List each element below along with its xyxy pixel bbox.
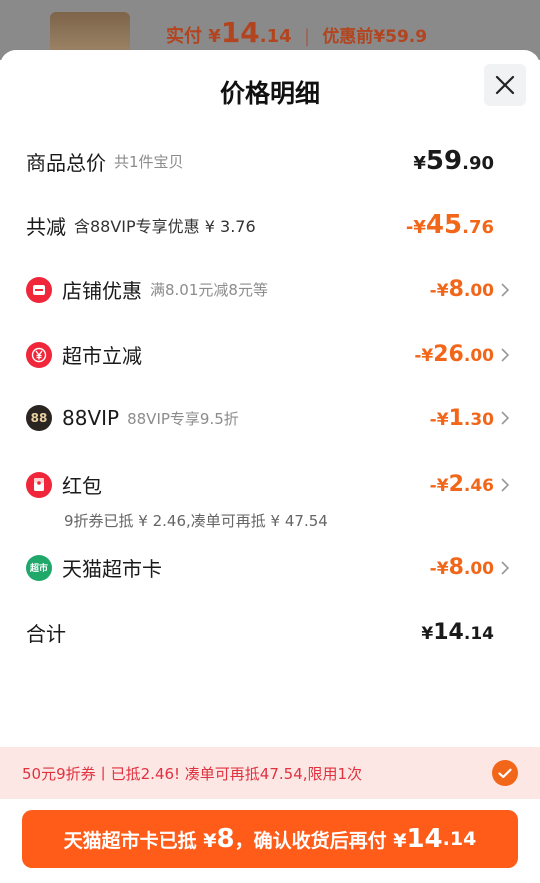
- total-goods-amount: ¥59.90: [413, 146, 494, 176]
- checkmark-icon[interactable]: [492, 760, 518, 786]
- row-88vip[interactable]: 88 88VIP 88VIP专享9.5折 -¥ 1.30: [26, 405, 510, 431]
- confirm-text-a: 天猫超市卡已抵 ¥: [63, 829, 217, 852]
- total-reduce-label: 共减: [26, 214, 66, 239]
- close-icon: [495, 75, 515, 95]
- confirm-num-a: 8: [216, 824, 235, 854]
- chevron-right-icon: [501, 477, 510, 492]
- 88vip-label: 88VIP: [62, 406, 120, 430]
- red-packet-note: 9折券已抵 ¥ 2.46,凑单可再抵 ¥ 47.54: [64, 512, 328, 530]
- paid-currency: ¥: [208, 26, 221, 47]
- chevron-right-icon: [501, 347, 510, 362]
- paid-label: 实付: [166, 26, 202, 47]
- red-packet-amount: -¥ 2.46: [429, 472, 494, 497]
- total-reduce-sub: 含88VIP专享优惠 ¥ 3.76: [74, 217, 256, 236]
- before-label: 优惠前: [322, 27, 374, 47]
- row-sum: 合计 ¥14.14: [26, 618, 510, 647]
- row-tmall-card[interactable]: 超市 天猫超市卡 -¥ 8.00: [26, 553, 510, 582]
- row-shop-discount[interactable]: 店铺优惠 满8.01元减8元等 -¥ 8.00: [26, 275, 510, 304]
- 88vip-amount: -¥ 1.30: [429, 405, 494, 431]
- row-total-goods: 商品总价 共1件宝贝 ¥59.90: [26, 146, 510, 176]
- market-reduce-amount: -¥ 26.00: [414, 342, 494, 367]
- tmall-card-amount: -¥ 8.00: [429, 555, 494, 580]
- chevron-right-icon: [501, 560, 510, 575]
- row-market-reduce[interactable]: 超市立减 -¥ 26.00: [26, 340, 510, 369]
- confirm-dec-b: .14: [442, 828, 477, 850]
- 88vip-sub: 88VIP专享9.5折: [127, 409, 239, 428]
- price-detail-sheet: 价格明细 商品总价 共1件宝贝 ¥59.90 共减 含88VIP专享优惠 ¥ 3…: [0, 50, 540, 883]
- red-packet-icon: [26, 471, 52, 498]
- paid-int: 14: [220, 16, 260, 49]
- market-reduce-label: 超市立减: [62, 344, 142, 368]
- chevron-right-icon: [501, 411, 510, 425]
- row-total-reduce: 共减 含88VIP专享优惠 ¥ 3.76 -¥ 45.76: [26, 210, 510, 240]
- total-goods-sub: 共1件宝贝: [114, 152, 184, 171]
- total-goods-label: 商品总价: [26, 150, 106, 175]
- row-red-packet[interactable]: 红包 -¥ 2.46: [26, 470, 510, 499]
- tmall-card-label: 天猫超市卡: [62, 557, 162, 581]
- paid-dec: .14: [259, 26, 292, 47]
- shop-discount-amount: -¥ 8.00: [429, 277, 494, 302]
- sum-label: 合计: [26, 622, 66, 646]
- backdrop-price-line: 实付 ¥14.14 | 优惠前¥59.9: [166, 16, 427, 49]
- price-divider: |: [303, 26, 311, 47]
- confirm-button[interactable]: 天猫超市卡已抵 ¥8 ，确认收货后再付 ¥14.14: [22, 810, 518, 868]
- confirm-text-b: ，确认收货后再付 ¥: [234, 829, 407, 852]
- tmall-market-card-icon: 超市: [26, 554, 52, 581]
- shop-coupon-icon: [26, 276, 52, 303]
- confirm-num-b: 14: [406, 824, 443, 854]
- close-button[interactable]: [484, 64, 526, 106]
- shop-discount-label: 店铺优惠: [62, 279, 142, 303]
- sum-amount: ¥14.14: [421, 620, 494, 645]
- red-packet-label: 红包: [62, 474, 102, 498]
- yen-coin-icon: [26, 341, 52, 368]
- 88vip-badge-icon: 88: [26, 405, 52, 431]
- shop-discount-sub: 满8.01元减8元等: [150, 281, 268, 299]
- total-reduce-amount: -¥ 45.76: [405, 210, 494, 240]
- sheet-title: 价格明细: [219, 79, 320, 108]
- before-price: ¥59.9: [373, 27, 428, 47]
- coupon-bar[interactable]: 50元9折券丨已抵2.46! 凑单可再抵47.54,限用1次: [0, 747, 540, 799]
- chevron-right-icon: [501, 282, 510, 297]
- coupon-text: 50元9折券丨已抵2.46! 凑单可再抵47.54,限用1次: [22, 764, 363, 783]
